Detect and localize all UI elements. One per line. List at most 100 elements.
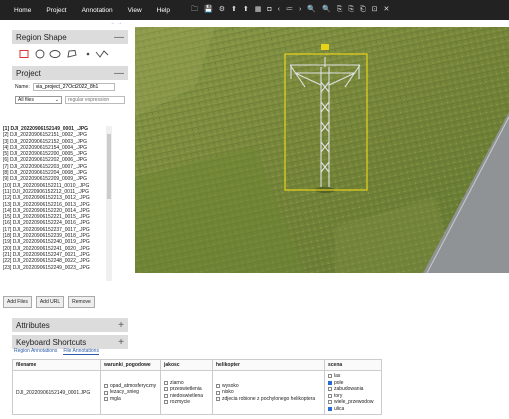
menu-annotation[interactable]: Annotation [82,7,113,14]
chevron-down-icon: ⌄ [54,97,59,103]
checkbox-unchecked[interactable] [216,384,220,388]
list-item[interactable]: [20] DJI_20220906152241_0020_.JPG [3,246,105,252]
regex-filter-input[interactable] [65,96,125,104]
delete-icon[interactable]: ⎗ [360,0,366,20]
col-jakosc: jakosc [160,359,213,371]
next-icon[interactable]: › [299,0,301,20]
checkbox-unchecked[interactable] [328,393,332,398]
remove-button[interactable]: Remove [68,296,95,308]
circle-shape-icon [35,49,45,59]
file-filter-row: All files ⌄ [12,94,128,106]
col-helikopter: helikopter [212,359,325,371]
paste-icon[interactable]: ⎘ [348,0,354,20]
checkbox-label: ulica [334,405,345,412]
checkbox-unchecked[interactable] [164,380,168,385]
col-scena: scena [324,359,382,371]
checkbox-unchecked[interactable] [104,390,108,395]
checkbox-unchecked[interactable] [164,387,168,392]
warunki-cell: opad_atmosferyczny lezacy_snieg mgla [100,370,161,415]
upload-icon[interactable]: ⬆ [231,0,237,20]
menu-home[interactable]: Home [14,7,31,14]
polyline-shape-icon [95,50,109,58]
rectangle-shape-icon [19,50,29,58]
list-item[interactable]: [12] DJI_20220906152213_0012_.JPG [3,195,105,201]
add-files-button[interactable]: Add Files [3,296,32,308]
region-shape-tools [12,44,128,64]
checkbox-label: rozmycie [170,399,191,405]
tab-file-annotations[interactable]: File Annotations [63,348,99,355]
region-label-tag [321,44,329,50]
gallery-icon[interactable]: ◘ [267,0,271,20]
checkbox-unchecked[interactable] [104,397,108,401]
aerial-photo [135,27,509,273]
checkbox-option[interactable]: rozmycie [164,399,209,406]
point-shape-icon [86,52,90,56]
checkbox-unchecked[interactable] [104,384,108,388]
download-icon[interactable]: ⬆ [243,0,249,20]
prev-icon[interactable]: ‹ [278,0,280,20]
project-name-input[interactable] [32,83,115,91]
annotation-image-canvas[interactable] [135,27,509,273]
checkbox-unchecked[interactable] [216,397,220,401]
add-url-button[interactable]: Add URL [35,296,65,308]
attributes-header[interactable]: Attributes + [12,318,128,332]
scena-cell: las pole zabudowania tory wiele_przewodow uli… [324,370,382,415]
copy-icon[interactable]: ⎘ [337,0,343,20]
checkbox-option[interactable]: ulica [328,406,378,413]
checkbox-checked[interactable] [328,380,332,385]
toolbar: 🗀 💾 ⚙ ⬆ ⬆ ▦ ◘ ‹ ≔ › 🔍 🔍 ⎘ ⎘ ⎗ ⊡ ✕ [191,0,395,20]
table-row: DJI_20220906152149_0001.JPG opad_atmosfe… [12,370,382,415]
collapse-icon: — [114,31,124,43]
list-item[interactable]: [19] DJI_20220906152240_0019_.JPG [3,239,105,245]
checkbox-unchecked[interactable] [328,374,332,379]
zoom-in-icon[interactable]: 🔍 [307,0,316,20]
checkbox-unchecked[interactable] [328,400,332,405]
filename-cell: DJI_20220906152149_0001.JPG [12,370,101,415]
checkbox-unchecked[interactable] [216,390,220,395]
folder-icon[interactable]: 🗀 [191,0,198,20]
menu-help[interactable]: Help [157,7,170,14]
checkbox-option[interactable]: zdjecia robione z pochylonego helikopter… [216,396,321,403]
checkbox-checked[interactable] [328,406,332,411]
expand-icon: + [118,319,124,331]
menu-project[interactable]: Project [46,7,66,14]
list-item[interactable]: [16] DJI_20220906152224_0016_.JPG [3,220,105,226]
close-icon[interactable]: ✕ [383,0,389,20]
file-annotations-table: filename warunki_pogodowe jakosc helikop… [12,359,382,415]
checkbox-option[interactable]: mgla [104,396,157,403]
project-name-label: Name: [15,84,30,90]
sidebar-collapse-arrows[interactable]: ← → [12,20,128,28]
annotation-editor: Region Annotations File Annotations file… [12,346,509,419]
checkbox-unchecked[interactable] [164,400,168,405]
file-list: [1] DJI_20220906152149_0001_.JPG [2] DJI_… [3,126,105,281]
ellipse-shape-icon [49,50,61,58]
file-list-scrollbar[interactable] [106,126,112,281]
project-name-row: Name: [12,80,128,94]
annotation-tabs: Region Annotations File Annotations [12,346,509,357]
list-item[interactable]: [22] DJI_20220906152248_0022_.JPG [3,258,105,264]
checkbox-label: zdjecia robione z pochylonego helikopter… [222,395,316,402]
checkbox-label: mgla [110,395,121,402]
checkbox-unchecked[interactable] [328,387,332,392]
project-header[interactable]: Project — [12,66,128,80]
menu-view[interactable]: View [128,7,142,14]
shape-tool-icons[interactable] [18,49,118,59]
list-icon[interactable]: ≔ [286,0,293,20]
gear-icon[interactable]: ⚙ [219,0,225,20]
checkbox-unchecked[interactable] [164,393,168,398]
grid-icon[interactable]: ▦ [255,0,262,20]
col-filename: filename [12,359,101,371]
collapse-icon: — [114,67,124,79]
zoom-out-icon[interactable]: 🔍 [322,0,331,20]
polygon-shape-icon [67,50,77,58]
list-item[interactable]: [13] DJI_20220906152216_0013_.JPG [3,202,105,208]
file-filter-select[interactable]: All files ⌄ [15,96,62,104]
select-icon[interactable]: ⊡ [372,0,378,20]
scrollbar-thumb[interactable] [107,134,111,199]
region-shape-header[interactable]: Region Shape — [12,30,128,44]
list-item[interactable]: [23] DJI_20220906152249_0023_.JPG [3,265,105,271]
save-icon[interactable]: 💾 [204,0,213,20]
project-buttons: Add Files Add URL Remove [3,296,95,308]
tab-region-annotations[interactable]: Region Annotations [14,348,57,355]
helikopter-cell: wysoko nisko zdjecia robione z pochylonego… [212,370,325,415]
